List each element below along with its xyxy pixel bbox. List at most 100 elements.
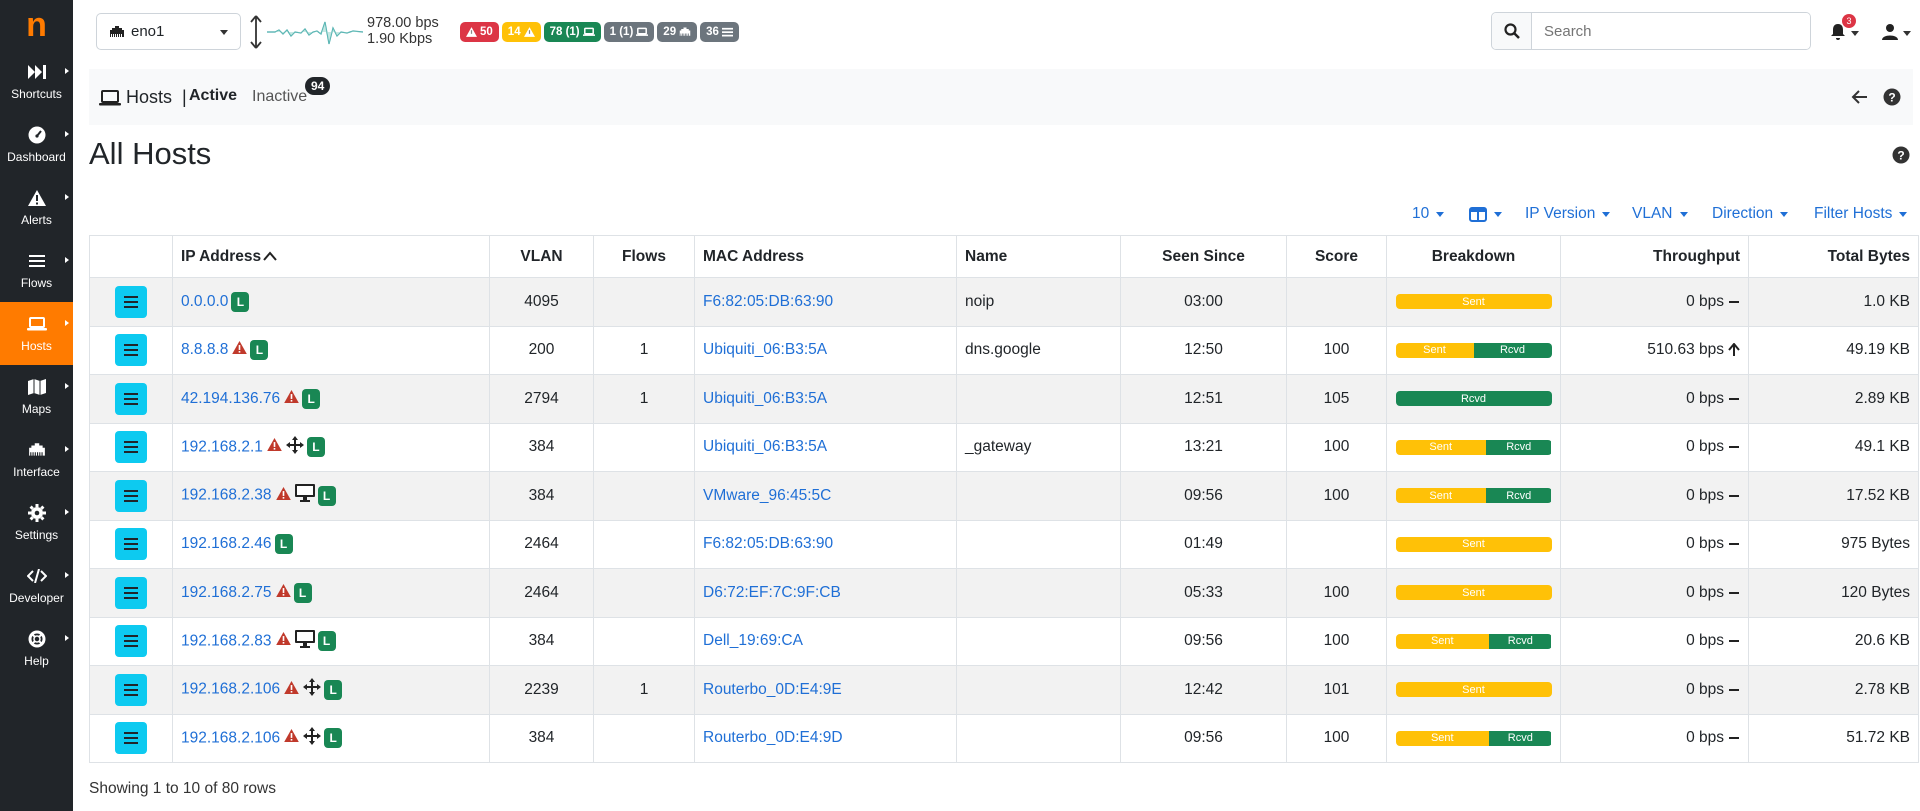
trend-flat-icon bbox=[1729, 591, 1739, 594]
row-menu-button[interactable] bbox=[115, 673, 147, 706]
mac-link[interactable]: F6:82:05:DB:63:90 bbox=[703, 293, 833, 310]
sidebar-item-maps[interactable]: Maps bbox=[0, 365, 73, 428]
ip-link[interactable]: 192.168.2.46 bbox=[181, 535, 272, 552]
table-row: 192.168.2.106 L 2239 1 Routerbo_0D:E4:9E … bbox=[89, 665, 1919, 715]
breakdown-rcvd: Rcvd bbox=[1485, 439, 1552, 455]
sidebar-item-shortcuts[interactable]: Shortcuts bbox=[0, 50, 73, 113]
name-cell: noip bbox=[956, 277, 1121, 327]
sidebar-item-hosts[interactable]: Hosts bbox=[0, 302, 73, 365]
throughput-value: 0 bps bbox=[1686, 486, 1724, 504]
col-mac-address[interactable]: MAC Address bbox=[694, 235, 957, 278]
status-badge[interactable]: 78 (1) bbox=[543, 22, 601, 42]
status-badge[interactable]: 29 bbox=[657, 22, 698, 42]
filter-hosts-dropdown[interactable]: Filter Hosts bbox=[1814, 205, 1908, 223]
router-icon bbox=[285, 435, 304, 459]
row-menu-button[interactable] bbox=[115, 625, 147, 658]
vlan-cell: 200 bbox=[489, 325, 594, 375]
score-cell: 100 bbox=[1286, 325, 1387, 375]
col-flows[interactable]: Flows bbox=[593, 235, 695, 278]
mac-link[interactable]: Ubiquiti_06:B3:5A bbox=[703, 438, 827, 455]
row-menu-button[interactable] bbox=[115, 382, 147, 415]
status-badge[interactable]: 14 bbox=[501, 22, 541, 42]
seen-since-cell: 05:33 bbox=[1120, 568, 1287, 618]
name-cell bbox=[956, 471, 1121, 521]
mac-link[interactable]: F6:82:05:DB:63:90 bbox=[703, 535, 833, 552]
ip-link[interactable]: 192.168.2.106 bbox=[181, 729, 280, 746]
local-badge: L bbox=[324, 679, 343, 700]
sidebar-item-flows[interactable]: Flows bbox=[0, 239, 73, 302]
ip-link[interactable]: 192.168.2.83 bbox=[181, 632, 272, 649]
ip-cell: 192.168.2.106 L bbox=[172, 713, 490, 763]
col-score[interactable]: Score bbox=[1286, 235, 1387, 278]
status-badge[interactable]: 50 bbox=[460, 22, 499, 42]
status-badge[interactable]: 1 (1) bbox=[603, 22, 655, 42]
row-menu-button[interactable] bbox=[115, 576, 147, 609]
throughput-cell: 0 bps bbox=[1560, 519, 1749, 569]
status-badge[interactable]: 36 bbox=[700, 22, 739, 42]
help-icon[interactable]: ? bbox=[1883, 88, 1901, 106]
page-size-value: 10 bbox=[1412, 205, 1430, 222]
flows-cell bbox=[593, 568, 695, 618]
ip-link[interactable]: 192.168.2.106 bbox=[181, 681, 280, 698]
ip-link[interactable]: 42.194.136.76 bbox=[181, 390, 280, 407]
col-ip-address[interactable]: IP Address bbox=[172, 235, 490, 278]
row-menu-button[interactable] bbox=[115, 285, 147, 318]
columns-dropdown[interactable] bbox=[1469, 207, 1502, 222]
mac-link[interactable]: VMware_96:45:5C bbox=[703, 487, 831, 504]
table-row: 192.168.2.75 L 2464 D6:72:EF:7C:9F:CB 05:… bbox=[89, 568, 1919, 618]
mac-link[interactable]: D6:72:EF:7C:9F:CB bbox=[703, 584, 841, 601]
sidebar-item-settings[interactable]: Settings bbox=[0, 491, 73, 554]
alert-icon bbox=[284, 729, 299, 747]
row-menu-button[interactable] bbox=[115, 431, 147, 464]
back-arrow-icon[interactable] bbox=[1851, 88, 1869, 106]
tab-active[interactable]: Active bbox=[189, 87, 237, 105]
flows-cell: 1 bbox=[593, 665, 695, 715]
row-menu-button[interactable] bbox=[115, 479, 147, 512]
ip-version-dropdown[interactable]: IP Version bbox=[1525, 205, 1611, 223]
ip-link[interactable]: 192.168.2.1 bbox=[181, 438, 263, 455]
col-total-bytes[interactable]: Total Bytes bbox=[1748, 235, 1919, 278]
user-menu-button[interactable] bbox=[1882, 20, 1912, 44]
sidebar-item-dashboard[interactable]: Dashboard bbox=[0, 113, 73, 176]
mac-link[interactable]: Routerbo_0D:E4:9D bbox=[703, 729, 843, 746]
breakdown-sent: Sent bbox=[1395, 536, 1552, 552]
search-icon[interactable] bbox=[1492, 13, 1532, 49]
col-name[interactable]: Name bbox=[956, 235, 1121, 278]
col-seen-since[interactable]: Seen Since bbox=[1120, 235, 1287, 278]
col-vlan[interactable]: VLAN bbox=[489, 235, 594, 278]
sidebar-item-developer[interactable]: Developer bbox=[0, 554, 73, 617]
mac-link[interactable]: Ubiquiti_06:B3:5A bbox=[703, 390, 827, 407]
sidebar-item-help[interactable]: Help bbox=[0, 617, 73, 680]
mac-link[interactable]: Ubiquiti_06:B3:5A bbox=[703, 341, 827, 358]
row-menu-button[interactable] bbox=[115, 334, 147, 367]
page-size-dropdown[interactable]: 10 bbox=[1412, 205, 1445, 223]
badge-count: 14 bbox=[507, 26, 521, 38]
notifications-button[interactable]: 3 bbox=[1830, 14, 1860, 44]
subnav-title-text: Hosts bbox=[126, 87, 173, 107]
mac-link[interactable]: Routerbo_0D:E4:9E bbox=[703, 681, 842, 698]
sidebar-item-alerts[interactable]: Alerts bbox=[0, 176, 73, 239]
vlan-cell: 384 bbox=[489, 471, 594, 521]
mac-link[interactable]: Dell_19:69:CA bbox=[703, 632, 803, 649]
ip-link[interactable]: 192.168.2.38 bbox=[181, 487, 272, 504]
ip-link[interactable]: 192.168.2.75 bbox=[181, 584, 272, 601]
tab-inactive[interactable]: Inactive bbox=[252, 88, 307, 106]
interface-select[interactable]: eno1 bbox=[96, 13, 241, 50]
ip-link[interactable]: 0.0.0.0 bbox=[181, 293, 228, 310]
sidebar-item-interface[interactable]: Interface bbox=[0, 428, 73, 491]
chevron-down-icon bbox=[1851, 31, 1859, 36]
row-menu-button[interactable] bbox=[115, 722, 147, 755]
breakdown-sent: Sent bbox=[1395, 294, 1552, 310]
help-icon[interactable]: ? bbox=[1892, 146, 1910, 164]
ntopng-logo[interactable]: n bbox=[0, 0, 73, 50]
breakdown-cell: Sent Rcvd bbox=[1386, 616, 1561, 666]
name-cell: _gateway bbox=[956, 422, 1121, 472]
alert-icon bbox=[284, 680, 299, 699]
search-input[interactable] bbox=[1532, 13, 1810, 49]
total-bytes-cell: 975 Bytes bbox=[1748, 519, 1919, 569]
direction-dropdown[interactable]: Direction bbox=[1712, 205, 1789, 223]
ip-link[interactable]: 8.8.8.8 bbox=[181, 341, 228, 358]
col-throughput[interactable]: Throughput bbox=[1560, 235, 1749, 278]
vlan-dropdown[interactable]: VLAN bbox=[1632, 205, 1688, 223]
row-menu-button[interactable] bbox=[115, 528, 147, 561]
